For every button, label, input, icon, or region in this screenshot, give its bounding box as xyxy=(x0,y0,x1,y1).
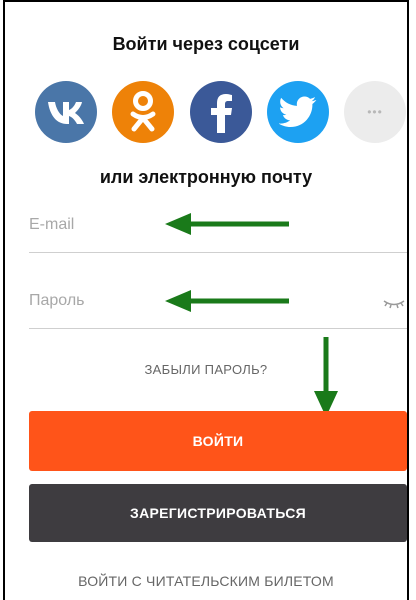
facebook-icon xyxy=(211,94,232,133)
more-networks-button[interactable]: ••• xyxy=(344,81,406,143)
more-icon: ••• xyxy=(367,105,383,119)
vk-button[interactable] xyxy=(35,81,97,143)
facebook-button[interactable] xyxy=(190,81,252,143)
register-button[interactable]: ЗАРЕГИСТРИРОВАТЬСЯ xyxy=(29,484,407,542)
eye-closed-icon[interactable] xyxy=(383,298,405,310)
login-button[interactable]: ВОЙТИ xyxy=(29,411,407,471)
reader-ticket-login-link[interactable]: ВОЙТИ С ЧИТАТЕЛЬСКИМ БИЛЕТОМ xyxy=(5,573,407,589)
forgot-password-link[interactable]: ЗАБЫЛИ ПАРОЛЬ? xyxy=(5,362,407,377)
or-email-label: или электронную почту xyxy=(99,167,313,187)
odnoklassniki-button[interactable] xyxy=(112,81,174,143)
arrow-to-login-annotation xyxy=(314,337,338,417)
odnoklassniki-icon xyxy=(130,91,156,132)
arrow-to-password-annotation xyxy=(165,290,289,312)
social-login-title: Войти через соцсети xyxy=(112,34,300,54)
arrow-to-email-annotation xyxy=(165,213,289,235)
vk-icon xyxy=(48,102,84,124)
twitter-button[interactable] xyxy=(267,81,329,143)
login-screen: Войти через соцсети ••• или электронную … xyxy=(3,0,409,600)
twitter-icon xyxy=(279,96,317,127)
social-buttons-row: ••• xyxy=(5,81,407,143)
